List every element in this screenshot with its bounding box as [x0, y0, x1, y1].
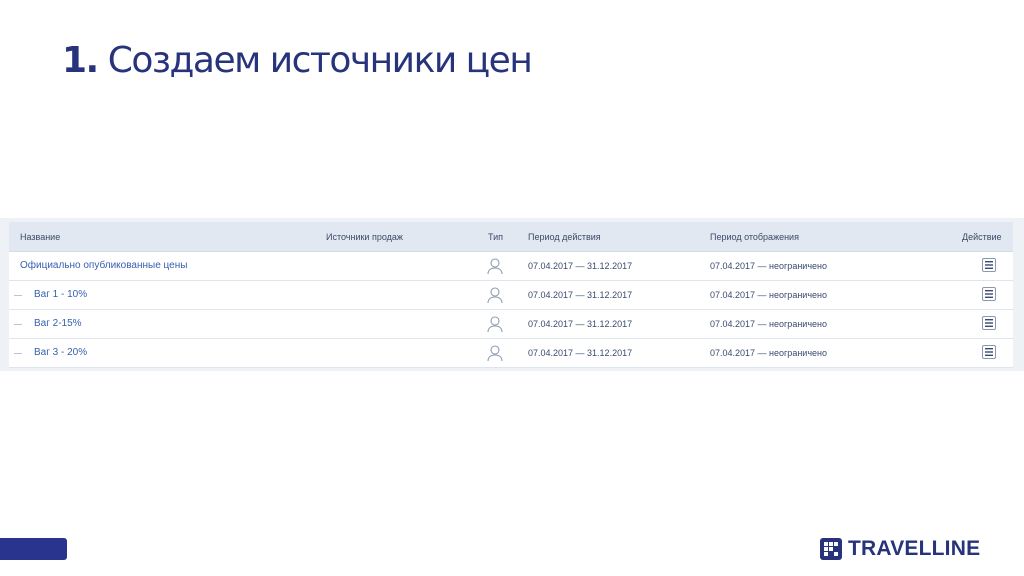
header-valid-period[interactable]: Период действия: [528, 232, 601, 242]
menu-icon: [985, 348, 993, 356]
row-valid-period: 07.04.2017 — 31.12.2017: [528, 261, 633, 271]
header-display-period[interactable]: Период отображения: [710, 232, 799, 242]
user-icon: [486, 286, 504, 304]
user-icon: [486, 344, 504, 362]
title-number: 1.: [62, 40, 99, 81]
row-name-link[interactable]: Ваг 2-15%: [34, 318, 82, 329]
row-name-link[interactable]: Ваг 1 - 10%: [34, 289, 87, 300]
row-display-period: 07.04.2017 — неограничено: [710, 319, 827, 329]
table-row[interactable]: Ваг 3 - 20% 07.04.2017 — 31.12.2017 07.0…: [9, 339, 1013, 368]
row-display-period: 07.04.2017 — неограничено: [710, 261, 827, 271]
slide-accent-bar: [0, 538, 67, 560]
row-display-period: 07.04.2017 — неограничено: [710, 290, 827, 300]
row-name-link[interactable]: Ваг 3 - 20%: [34, 347, 87, 358]
row-valid-period: 07.04.2017 — 31.12.2017: [528, 290, 633, 300]
user-icon: [486, 257, 504, 275]
tree-branch: [14, 353, 22, 354]
menu-icon: [985, 319, 993, 327]
row-menu-button[interactable]: [982, 345, 996, 359]
row-valid-period: 07.04.2017 — 31.12.2017: [528, 319, 633, 329]
table-header: Название Источники продаж Тип Период дей…: [9, 222, 1013, 252]
table-row[interactable]: Ваг 2-15% 07.04.2017 — 31.12.2017 07.04.…: [9, 310, 1013, 339]
row-menu-button[interactable]: [982, 258, 996, 272]
travelline-logo-icon: [820, 538, 842, 560]
header-sources: Источники продаж: [326, 232, 403, 242]
row-name-link[interactable]: Официально опубликованные цены: [20, 260, 187, 271]
menu-icon: [985, 290, 993, 298]
header-type: Тип: [488, 232, 504, 242]
header-action: Действие: [962, 232, 1002, 242]
logo-text: TRAVELLINE: [848, 537, 981, 560]
row-display-period: 07.04.2017 — неограничено: [710, 348, 827, 358]
price-sources-table: Название Источники продаж Тип Период дей…: [9, 222, 1013, 368]
tree-branch: [14, 324, 22, 325]
title-text: Создаем источники цен: [107, 40, 533, 81]
tree-branch: [14, 295, 22, 296]
row-menu-button[interactable]: [982, 316, 996, 330]
row-menu-button[interactable]: [982, 287, 996, 301]
slide-title: 1. Создаем источники цен: [62, 40, 533, 81]
table-row[interactable]: Ваг 1 - 10% 07.04.2017 — 31.12.2017 07.0…: [9, 281, 1013, 310]
user-icon: [486, 315, 504, 333]
row-valid-period: 07.04.2017 — 31.12.2017: [528, 348, 633, 358]
travelline-logo: TRAVELLINE: [820, 537, 980, 561]
slide: 1. Создаем источники цен Название Источн…: [0, 0, 1024, 576]
table-row[interactable]: Официально опубликованные цены 07.04.201…: [9, 252, 1013, 281]
menu-icon: [985, 261, 993, 269]
price-sources-panel: Название Источники продаж Тип Период дей…: [0, 218, 1024, 371]
header-name[interactable]: Название: [20, 232, 60, 242]
